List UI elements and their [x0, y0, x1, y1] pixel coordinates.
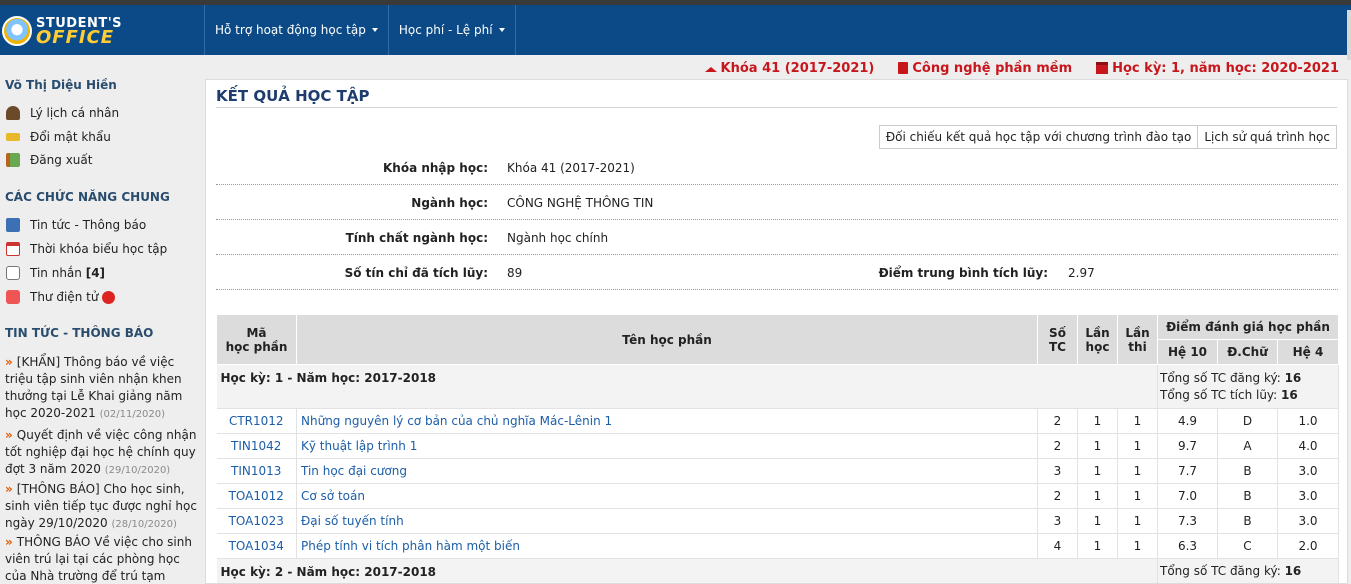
major-info: Công nghệ phần mềm: [898, 60, 1072, 76]
window-scrollbar[interactable]: [1347, 10, 1351, 60]
col-ten-hoc-phan: Tên học phần: [296, 314, 1038, 365]
info-row-nganh: Ngành học: CÔNG NGHỆ THÔNG TIN: [216, 185, 1338, 220]
person-icon: [6, 106, 20, 120]
new-badge-icon: [102, 290, 116, 304]
bullet-arrow-icon: »: [5, 355, 13, 369]
col-diem-danh-gia: Điểm đánh giá học phần: [1156, 314, 1340, 340]
col-diem-chu: Đ.Chữ: [1217, 339, 1278, 365]
bullet-arrow-icon: »: [5, 535, 13, 549]
student-infobar: Khóa 41 (2017-2021) Công nghệ phần mềm H…: [704, 60, 1339, 76]
logo-emblem-icon: [2, 16, 32, 46]
key-icon: [6, 133, 20, 141]
sidebar-link-tin-nhan[interactable]: Tin nhắn [4]: [6, 266, 105, 280]
study-history-button[interactable]: Lịch sử quá trình học: [1198, 125, 1337, 149]
chevron-down-icon: [498, 28, 505, 32]
bullet-arrow-icon: »: [5, 428, 13, 442]
semester-info: Học kỳ: 1, năm học: 2020-2021: [1096, 60, 1339, 76]
info-row-tin-chi: Số tín chỉ đã tích lũy: 89 Điểm trung bì…: [216, 255, 1338, 290]
menu-hoc-phi[interactable]: Học phí - Lệ phí: [387, 5, 516, 55]
news-item[interactable]: » [KHẨN] Thông báo về việc triệu tập sinh…: [5, 354, 197, 423]
col-he-4: Hệ 4: [1276, 339, 1340, 365]
message-count-badge: [4]: [85, 266, 106, 280]
common-functions-heading: CÁC CHỨC NĂNG CHUNG: [5, 190, 170, 204]
sidebar-link-tin-tuc[interactable]: Tin tức - Thông báo: [6, 218, 146, 232]
table-row[interactable]: TIN1042 Kỹ thuật lập trình 1 2 1 1 9.7 A…: [216, 433, 1340, 459]
mail-icon: [6, 290, 20, 304]
user-name: Võ Thị Diệu Hiền: [5, 78, 117, 92]
col-ma-hoc-phan: Mã học phần: [216, 314, 297, 365]
table-row[interactable]: TOA1012 Cơ sở toán 2 1 1 7.0 B 3.0: [216, 483, 1340, 509]
news-item[interactable]: » [THÔNG BÁO] Cho học sinh, sinh viên tiế…: [5, 481, 197, 533]
semester-row: Học kỳ: 2 - Năm học: 2017-2018 Tổng số T…: [216, 558, 1340, 583]
sidebar-link-thoi-khoa-bieu[interactable]: Thời khóa biểu học tập: [6, 242, 167, 256]
news-item[interactable]: » THÔNG BÁO Về việc cho sinh viên trú lại…: [5, 534, 197, 584]
semester-row: Học kỳ: 1 - Năm học: 2017-2018 Tổng số T…: [216, 364, 1340, 409]
table-row[interactable]: TOA1034 Phép tính vi tích phân hàm một b…: [216, 533, 1340, 559]
page-title: KẾT QUẢ HỌC TẬP: [216, 87, 370, 105]
title-divider: [216, 107, 1337, 108]
grades-table: Mã học phần Tên học phần Số TC Lần học Lần t…: [216, 314, 1340, 583]
sidebar-link-ly-lich[interactable]: Lý lịch cá nhân: [6, 106, 119, 120]
table-row[interactable]: CTR1012 Những nguyên lý cơ bản của chủ n…: [216, 408, 1340, 434]
sidebar: Võ Thị Diệu Hiền Lý lịch cá nhân Đổi mật…: [0, 72, 200, 584]
menu-ho-tro-hoc-tap[interactable]: Hỗ trợ hoạt động học tập: [204, 5, 388, 55]
logout-icon: [6, 153, 20, 167]
logo-line2: OFFICE: [36, 27, 115, 48]
news-item[interactable]: » Quyết định về việc công nhận tốt nghiệp…: [5, 427, 197, 479]
main-menu: Hỗ trợ hoạt động học tập Học phí - Lệ ph…: [204, 5, 516, 55]
sidebar-link-doi-mat-khau[interactable]: Đổi mật khẩu: [6, 130, 111, 144]
chevron-down-icon: [371, 28, 378, 32]
main-content: KẾT QUẢ HỌC TẬP Đối chiếu kết quả học tậ…: [205, 79, 1348, 584]
col-lan-thi: Lần thi: [1117, 314, 1158, 365]
course-info: Khóa 41 (2017-2021): [704, 60, 874, 76]
news-icon: [6, 218, 20, 232]
calendar-icon: [6, 242, 20, 256]
logo[interactable]: STUDENT'S OFFICE: [2, 11, 202, 51]
table-row[interactable]: TOA1023 Đại số tuyến tính 3 1 1 7.3 B 3.…: [216, 508, 1340, 534]
table-row[interactable]: TIN1013 Tin học đại cương 3 1 1 7.7 B 3.…: [216, 458, 1340, 484]
navbar: STUDENT'S OFFICE Hỗ trợ hoạt động học tậ…: [0, 5, 1351, 60]
info-row-tinh-chat: Tính chất ngành học: Ngành học chính: [216, 220, 1338, 255]
col-he-10: Hệ 10: [1157, 339, 1218, 365]
graduation-cap-icon: [704, 66, 717, 72]
col-so-tc: Số TC: [1037, 314, 1078, 365]
compare-program-button[interactable]: Đối chiếu kết quả học tập với chương trì…: [878, 125, 1199, 149]
col-lan-hoc: Lần học: [1077, 314, 1118, 365]
calendar-icon: [1096, 62, 1109, 74]
action-buttons: Đối chiếu kết quả học tập với chương trì…: [878, 125, 1337, 149]
news-heading: TIN TỨC - THÔNG BÁO: [5, 326, 154, 340]
book-icon: [898, 62, 909, 74]
chat-icon: [6, 266, 20, 280]
sidebar-link-dang-xuat[interactable]: Đăng xuất: [6, 153, 92, 167]
sidebar-link-thu-dien-tu[interactable]: Thư điện tử: [6, 290, 116, 304]
info-row-khoa: Khóa nhập học: Khóa 41 (2017-2021): [216, 150, 1338, 185]
bullet-arrow-icon: »: [5, 482, 13, 496]
